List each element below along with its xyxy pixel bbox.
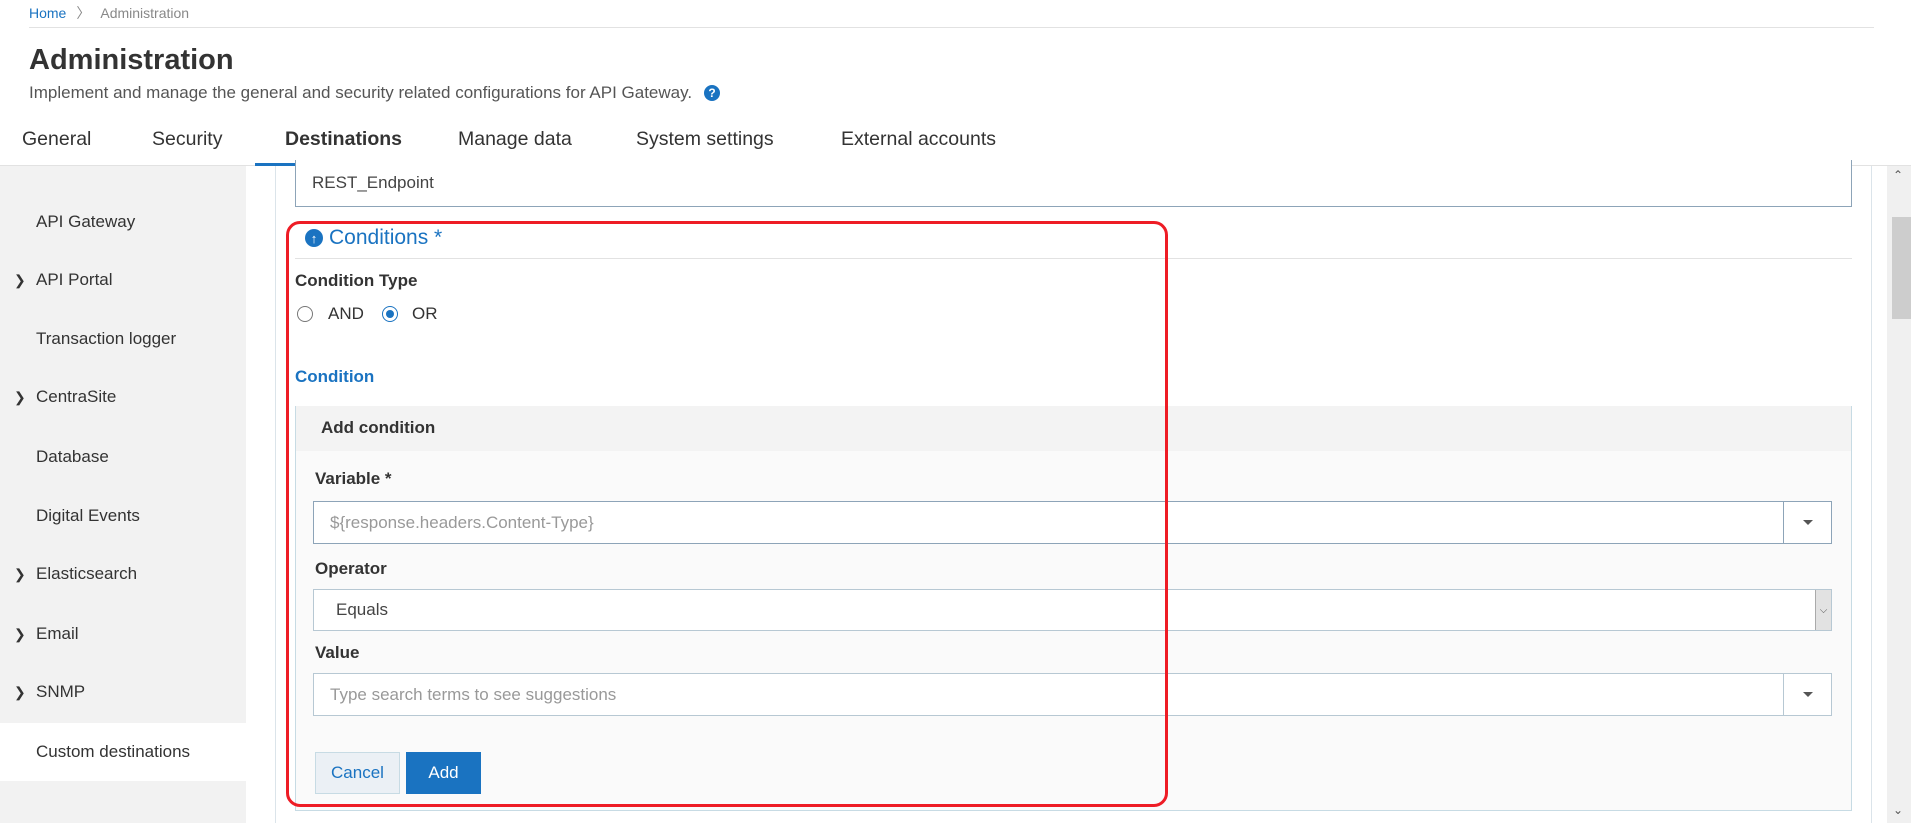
radio-and-label: AND	[328, 304, 364, 323]
page-subtitle: Implement and manage the general and sec…	[29, 83, 721, 103]
sidebar-item-snmp[interactable]: ❯ SNMP	[0, 663, 246, 721]
radio-or[interactable]	[382, 306, 398, 322]
scrollbar-thumb[interactable]	[1892, 217, 1911, 319]
value-placeholder: Type search terms to see suggestions	[330, 684, 617, 704]
value-dropdown-button[interactable]	[1783, 674, 1831, 715]
radio-and[interactable]	[297, 306, 313, 322]
endpoint-input[interactable]: REST_Endpoint	[295, 160, 1852, 207]
sidebar-item-label: Elasticsearch	[36, 564, 138, 583]
sidebar-item-label: API Portal	[36, 270, 113, 289]
conditions-toggle[interactable]: ↑ Conditions *	[305, 226, 442, 250]
variable-label: Variable *	[315, 469, 392, 488]
add-condition-header	[296, 406, 1851, 451]
sidebar-item-database[interactable]: Database	[0, 428, 246, 486]
chevron-right-icon: ❯	[14, 388, 26, 405]
divider	[29, 27, 1874, 28]
sidebar-item-custom-destinations[interactable]: Custom destinations	[0, 723, 246, 781]
sidebar: API Gateway ❯ API Portal Transaction logg…	[0, 166, 246, 823]
tab-external-accounts[interactable]: External accounts	[841, 128, 996, 151]
sidebar-item-label: Digital Events	[36, 506, 140, 525]
help-icon[interactable]: ?	[704, 85, 721, 101]
caret-down-icon	[1802, 520, 1813, 525]
sidebar-item-label: Custom destinations	[36, 742, 191, 761]
sidebar-item-api-gateway[interactable]: API Gateway	[0, 193, 246, 251]
operator-value: Equals	[336, 600, 388, 619]
chevron-right-icon: ❯	[14, 625, 26, 642]
breadcrumb-current: Administration	[100, 5, 190, 21]
chevron-down-icon[interactable]: ⌵	[1815, 590, 1831, 630]
conditions-title: Conditions *	[329, 226, 443, 249]
scroll-up-icon[interactable]: ⌃	[1893, 168, 1903, 182]
sidebar-item-elasticsearch[interactable]: ❯ Elasticsearch	[0, 545, 246, 603]
tab-security[interactable]: Security	[152, 128, 222, 151]
condition-type-label: Condition Type	[295, 271, 418, 290]
sidebar-item-transaction-logger[interactable]: Transaction logger	[0, 310, 246, 368]
sidebar-item-centrasite[interactable]: ❯ CentraSite	[0, 368, 246, 426]
tab-general[interactable]: General	[22, 128, 91, 151]
sidebar-item-label: Database	[36, 447, 109, 466]
breadcrumb-separator: 〉	[76, 5, 91, 21]
sidebar-item-label: API Gateway	[36, 212, 136, 231]
tab-destinations[interactable]: Destinations	[285, 128, 402, 151]
variable-input[interactable]: ${response.headers.Content-Type}	[313, 501, 1832, 544]
chevron-right-icon: ❯	[14, 683, 26, 700]
page-title: Administration	[29, 44, 234, 76]
variable-placeholder: ${response.headers.Content-Type}	[330, 512, 594, 532]
radio-or-label: OR	[412, 304, 438, 323]
sidebar-item-email[interactable]: ❯ Email	[0, 605, 246, 663]
cancel-button[interactable]: Cancel	[315, 752, 400, 794]
sidebar-item-digital-events[interactable]: Digital Events	[0, 487, 246, 545]
divider	[295, 258, 1852, 259]
sidebar-item-api-portal[interactable]: ❯ API Portal	[0, 251, 246, 309]
add-button[interactable]: Add	[406, 752, 481, 794]
caret-down-icon	[1802, 692, 1813, 697]
sidebar-item-label: Email	[36, 624, 79, 643]
sidebar-item-label: CentraSite	[36, 387, 117, 406]
sidebar-item-label: Transaction logger	[36, 329, 177, 348]
tab-manage-data[interactable]: Manage data	[458, 128, 572, 151]
chevron-right-icon: ❯	[14, 565, 26, 582]
chevron-right-icon: ❯	[14, 271, 26, 288]
breadcrumb-home[interactable]: Home	[29, 5, 66, 21]
value-label: Value	[315, 643, 360, 662]
variable-dropdown-button[interactable]	[1783, 502, 1831, 543]
operator-select[interactable]: Equals ⌵	[313, 589, 1832, 631]
add-condition-title: Add condition	[321, 418, 436, 437]
operator-label: Operator	[315, 559, 387, 578]
sidebar-item-label: SNMP	[36, 682, 86, 701]
value-input[interactable]: Type search terms to see suggestions	[313, 673, 1832, 716]
tab-system-settings[interactable]: System settings	[636, 128, 774, 151]
scroll-down-icon[interactable]: ⌄	[1893, 803, 1903, 817]
subtitle-text: Implement and manage the general and sec…	[29, 83, 693, 102]
breadcrumb: Home 〉 Administration	[29, 3, 189, 23]
condition-section-label: Condition	[295, 367, 375, 386]
arrow-up-circle-icon: ↑	[305, 229, 323, 247]
